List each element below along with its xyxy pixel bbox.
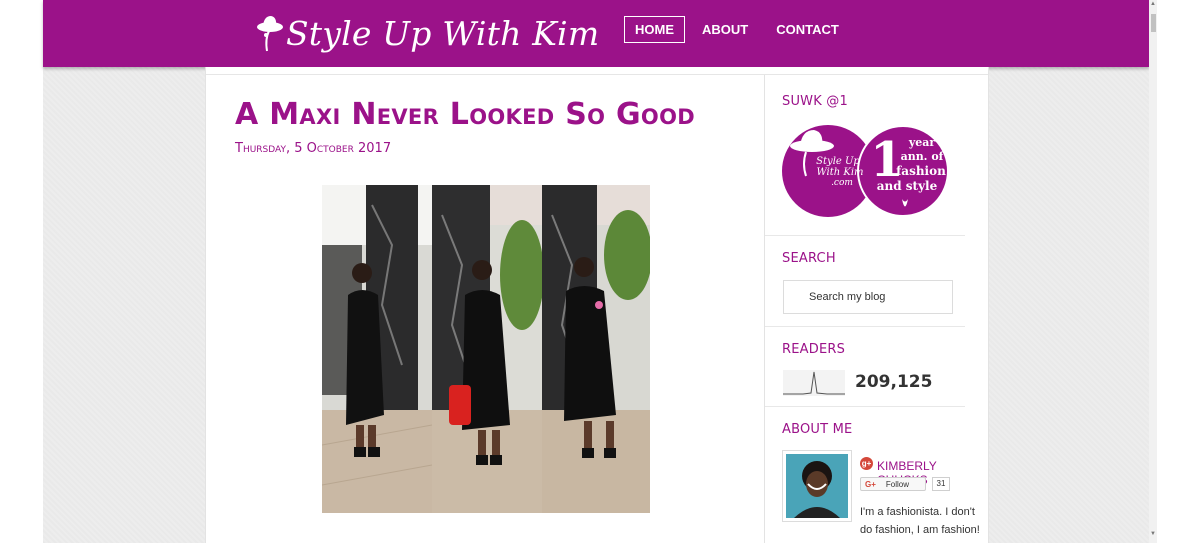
badge-left-line2: With Kim: [816, 167, 863, 178]
site-logo[interactable]: Style Up With Kim: [256, 10, 599, 56]
search-input[interactable]: [809, 281, 949, 313]
outfit-photo: [322, 185, 650, 513]
nav-contact[interactable]: CONTACT: [765, 16, 850, 43]
nav-home[interactable]: HOME: [624, 16, 685, 43]
scrollbar[interactable]: [1149, 0, 1157, 543]
badge-left-line3: .com: [831, 178, 853, 188]
google-plus-icon: g+: [860, 457, 873, 470]
scroll-up-arrow-icon[interactable]: ▲: [1150, 1, 1156, 7]
about-widget-title: ABOUT ME: [782, 422, 853, 437]
badge-right-line4: and style: [877, 179, 938, 193]
search-box: [783, 280, 953, 314]
content-top-divider: [206, 74, 988, 75]
badge-right-line3: fashion: [896, 164, 946, 178]
hat-icon: [257, 16, 283, 52]
logo-text: Style Up With Kim: [286, 13, 600, 53]
post-photo-collage[interactable]: [322, 185, 650, 513]
google-plus-small-icon: G+: [865, 479, 876, 489]
search-widget-title: SEARCH: [782, 251, 836, 266]
widget-separator: [765, 326, 965, 327]
anniversary-badge[interactable]: Style Up With Kim .com 1 year ann. of fa…: [782, 124, 948, 218]
sidebar-divider: [764, 75, 765, 543]
photo-panel-2: [432, 185, 544, 513]
scroll-down-arrow-icon[interactable]: ▼: [1150, 531, 1156, 537]
readers-widget-title: READERS: [782, 342, 846, 357]
anniversary-widget-title: SUWK @1: [782, 94, 848, 109]
badge-left-line1: Style Up: [816, 156, 860, 167]
widget-separator: [765, 235, 965, 236]
readers-count: 209,125: [855, 372, 933, 392]
profile-photo: [786, 454, 848, 518]
scrollbar-thumb[interactable]: [1151, 14, 1156, 32]
widget-separator: [765, 406, 965, 407]
badge-right-line1: year: [908, 136, 936, 149]
avatar[interactable]: [782, 450, 852, 522]
photo-panel-1: [322, 185, 433, 513]
follow-button[interactable]: G+ Follow: [860, 477, 926, 491]
about-bio: I'm a fashionista. I don't do fashion, I…: [860, 506, 980, 536]
site-header: Style Up With Kim HOME ABOUT CONTACT: [43, 0, 1149, 67]
main-nav: HOME ABOUT CONTACT: [624, 16, 856, 43]
post-date: Thursday, 5 October 2017: [235, 141, 392, 156]
follow-label: Follow: [885, 479, 910, 489]
follower-count: 31: [932, 477, 950, 491]
photo-panel-3: [542, 185, 650, 513]
post-title[interactable]: A Maxi Never Looked So Good: [235, 97, 695, 132]
main-content: A Maxi Never Looked So Good Thursday, 5 …: [205, 67, 989, 543]
readers-sparkline: [783, 370, 845, 396]
badge-right-line2: ann. of: [901, 150, 945, 163]
nav-about[interactable]: ABOUT: [691, 16, 759, 43]
